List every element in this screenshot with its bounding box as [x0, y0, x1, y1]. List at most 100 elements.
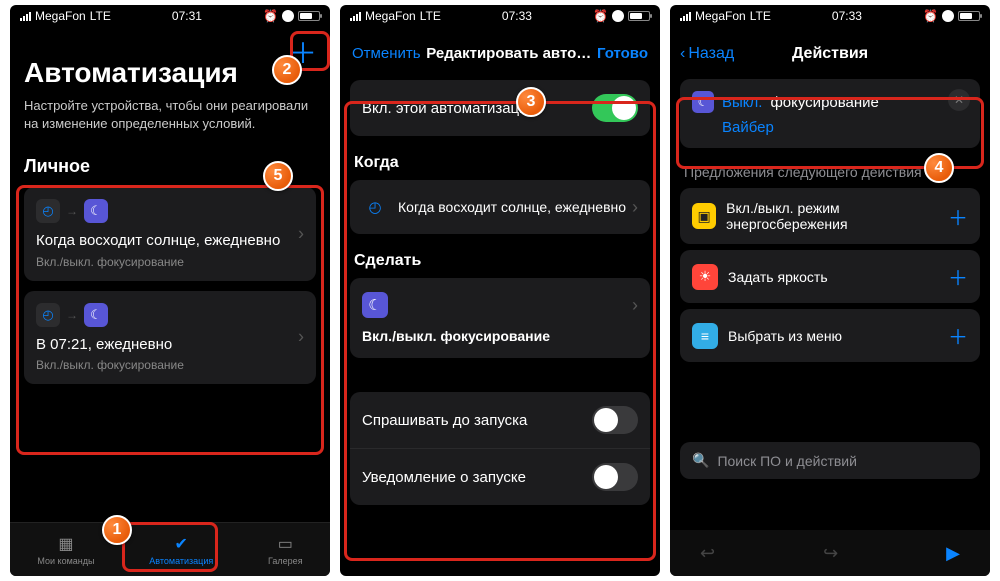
clock-label: 07:31: [172, 9, 202, 23]
moon-icon: ☾: [692, 91, 714, 113]
notify-row[interactable]: Уведомление о запуске: [350, 449, 650, 505]
enable-label: Вкл. этой автоматизации: [362, 100, 536, 117]
phone-automation-list: MegaFon LTE 07:31 ⏰ ＋ Автоматизация Наст…: [10, 5, 330, 576]
tab-label: Галерея: [268, 556, 303, 566]
focus-text: фокусирование: [770, 94, 878, 111]
status-bar: MegaFon LTE 07:33 ⏰: [670, 5, 990, 27]
viber-link[interactable]: Вайбер: [722, 119, 774, 136]
signal-icon: [20, 12, 31, 21]
status-bar: MegaFon LTE 07:31 ⏰: [10, 5, 330, 27]
phone-actions: MegaFon LTE 07:33 ⏰ ‹ Назад Действия ☾ В…: [670, 5, 990, 576]
nav-title: Действия: [670, 45, 990, 63]
notify-toggle[interactable]: [592, 463, 638, 491]
chevron-right-icon: ›: [632, 295, 638, 316]
suggestion-label: Задать яркость: [728, 269, 828, 285]
tab-gallery[interactable]: ▭ Галерея: [268, 534, 303, 566]
ask-before-row[interactable]: Спрашивать до запуска: [350, 392, 650, 448]
tab-label: Мои команды: [37, 556, 94, 566]
cancel-button[interactable]: Отменить: [352, 45, 421, 62]
enable-toggle[interactable]: [592, 94, 638, 122]
arrow-icon: →: [66, 204, 78, 218]
battery-icon: [298, 11, 320, 21]
automation-sub: Вкл./выкл. фокусирование: [36, 358, 304, 372]
state-off-link[interactable]: Выкл.: [722, 94, 762, 111]
page-subtitle: Настройте устройства, чтобы они реагиров…: [24, 97, 316, 132]
suggestion-menu[interactable]: ≡ Выбрать из меню ＋: [680, 309, 980, 362]
suggestion-label: Вкл./выкл. режим энергосбережения: [726, 200, 948, 232]
run-button[interactable]: ▶: [946, 543, 960, 564]
signal-icon: [680, 12, 691, 21]
battery-icon: ▣: [692, 203, 716, 229]
menu-icon: ≡: [692, 323, 718, 349]
network-label: LTE: [750, 9, 771, 23]
suggestion-brightness[interactable]: ☀ Задать яркость ＋: [680, 250, 980, 303]
nav-bar: Отменить Редактировать авто… Готово: [340, 27, 660, 72]
callout-badge-5: 5: [263, 161, 293, 191]
clock-icon: ◴: [36, 199, 60, 223]
chevron-right-icon: ›: [298, 223, 304, 244]
search-icon: 🔍: [692, 452, 709, 469]
sunrise-icon: ◴: [362, 194, 388, 220]
automation-row-sunrise[interactable]: ◴ → ☾ Когда восходит солнце, ежедневно В…: [24, 187, 316, 281]
automation-title: В 07:21, ежедневно: [36, 335, 304, 355]
tab-my-shortcuts[interactable]: ▦ Мои команды: [37, 534, 94, 566]
gallery-icon: ▭: [274, 534, 296, 554]
suggestion-low-power[interactable]: ▣ Вкл./выкл. режим энергосбережения ＋: [680, 188, 980, 244]
network-label: LTE: [90, 9, 111, 23]
done-button[interactable]: Готово: [597, 45, 648, 62]
clock-label: 07:33: [502, 9, 532, 23]
carrier-label: MegaFon: [35, 9, 86, 23]
do-row[interactable]: ☾ › Вкл./выкл. фокусирование: [350, 278, 650, 358]
dnd-icon: [282, 10, 294, 22]
alarm-icon: ⏰: [923, 9, 938, 23]
brightness-icon: ☀: [692, 264, 718, 290]
suggestion-label: Выбрать из меню: [728, 328, 842, 344]
ask-label: Спрашивать до запуска: [362, 412, 527, 429]
automation-row-0721[interactable]: ◴ → ☾ В 07:21, ежедневно Вкл./выкл. фоку…: [24, 291, 316, 385]
battery-icon: [958, 11, 980, 21]
remove-action-button[interactable]: ✕: [948, 89, 970, 111]
clock-label: 07:33: [832, 9, 862, 23]
undo-icon[interactable]: ↩: [700, 543, 715, 564]
chevron-right-icon: ›: [632, 197, 638, 218]
phone-edit-automation: MegaFon LTE 07:33 ⏰ Отменить Редактирова…: [340, 5, 660, 576]
callout-badge-2: 2: [272, 55, 302, 85]
automation-title: Когда восходит солнце, ежедневно: [36, 231, 304, 251]
when-section-label: Когда: [354, 154, 646, 172]
callout-badge-3: 3: [516, 87, 546, 117]
alarm-icon: ⏰: [263, 9, 278, 23]
status-bar: MegaFon LTE 07:33 ⏰: [340, 5, 660, 27]
chevron-right-icon: ›: [298, 327, 304, 348]
when-text: Когда восходит солнце, ежедневно: [398, 198, 626, 216]
do-text: Вкл./выкл. фокусирование: [362, 328, 550, 344]
action-card-focus[interactable]: ☾ Выкл. фокусирование Вайбер ✕: [680, 79, 980, 148]
grid-icon: ▦: [55, 534, 77, 554]
add-suggestion-button[interactable]: ＋: [948, 321, 968, 350]
nav-bar: ‹ Назад Действия: [670, 27, 990, 73]
redo-icon[interactable]: ↪: [823, 543, 838, 564]
signal-icon: [350, 12, 361, 21]
notify-label: Уведомление о запуске: [362, 469, 526, 486]
ask-toggle[interactable]: [592, 406, 638, 434]
when-row[interactable]: ◴ Когда восходит солнце, ежедневно ›: [350, 180, 650, 234]
add-suggestion-button[interactable]: ＋: [948, 202, 968, 231]
tab-bar: ▦ Мои команды ✔︎ Автоматизация ▭ Галерея: [10, 522, 330, 576]
add-suggestion-button[interactable]: ＋: [948, 262, 968, 291]
clock-check-icon: ✔︎: [170, 534, 192, 554]
dnd-icon: [942, 10, 954, 22]
tab-automation[interactable]: ✔︎ Автоматизация: [149, 534, 213, 566]
alarm-icon: ⏰: [593, 9, 608, 23]
moon-icon: ☾: [362, 292, 388, 318]
tab-label: Автоматизация: [149, 556, 213, 566]
automation-sub: Вкл./выкл. фокусирование: [36, 255, 304, 269]
callout-badge-4: 4: [924, 153, 954, 183]
moon-icon: ☾: [84, 199, 108, 223]
search-input[interactable]: 🔍 Поиск ПО и действий: [680, 442, 980, 479]
moon-icon: ☾: [84, 303, 108, 327]
arrow-icon: →: [66, 308, 78, 322]
search-placeholder: Поиск ПО и действий: [717, 453, 857, 469]
enable-automation-row[interactable]: Вкл. этой автоматизации: [350, 80, 650, 136]
carrier-label: MegaFon: [365, 9, 416, 23]
toolbar: ↩ ↪ ▶: [670, 530, 990, 576]
do-section-label: Сделать: [354, 252, 646, 270]
